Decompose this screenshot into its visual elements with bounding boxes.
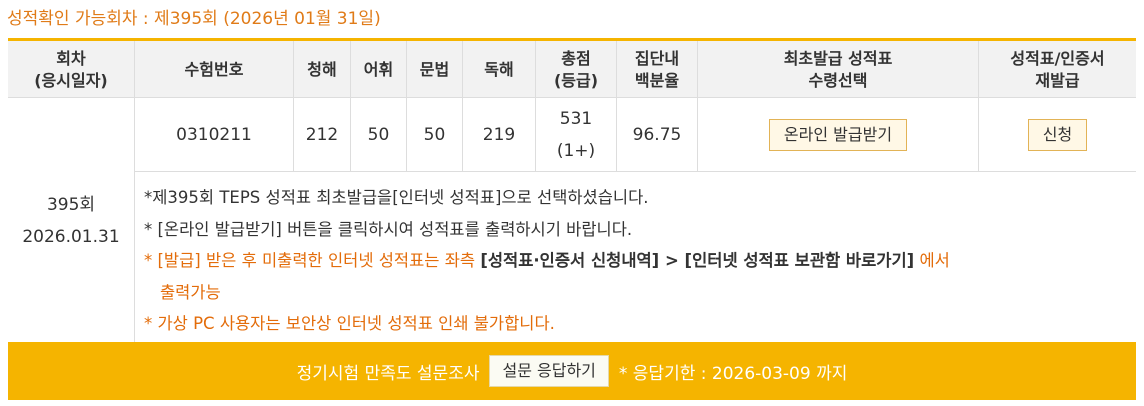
page-title: 성적확인 가능회차 : 제395회 (2026년 01월 31일) xyxy=(7,9,381,29)
survey-response-button[interactable]: 설문 응답하기 xyxy=(489,355,609,387)
notice-item-highlight: * 가상 PC 사용자는 보안상 인터넷 성적표 인쇄 불가합니다. xyxy=(144,314,555,333)
header-listening: 청해 xyxy=(307,59,337,79)
header-reissue: 성적표/인증서 재발급 xyxy=(1010,48,1105,90)
grammar-score: 50 xyxy=(423,125,446,145)
total-score: 531 (1+) xyxy=(556,109,596,161)
header-grammar: 문법 xyxy=(419,59,450,79)
header-vocabulary: 어휘 xyxy=(363,59,394,79)
survey-deadline: * 응답기한 : 2026-03-09 까지 xyxy=(618,363,848,384)
reissue-cell: 신청 xyxy=(979,99,1136,171)
notice-list: *제395회 TEPS 성적표 최초발급을[인터넷 성적표]으로 선택하셨습니다… xyxy=(134,172,1136,342)
survey-banner: 정기시험 만족도 설문조사 설문 응답하기 * 응답기한 : 2026-03-0… xyxy=(8,342,1136,400)
notice-text: 에서 xyxy=(914,251,950,270)
notice-text: * [발급] 받은 후 미출력한 인터넷 성적표는 좌측 xyxy=(144,251,481,270)
menu-path-link: [성적표·인증서 신청내역] > [인터넷 성적표 보관함 바로가기] xyxy=(480,251,915,270)
notice-item-continued: 출력가능 xyxy=(144,277,1136,309)
round-date-cell: 395회 2026.01.31 xyxy=(22,194,120,247)
survey-label: 정기시험 만족도 설문조사 xyxy=(296,363,480,384)
notice-item: *제395회 TEPS 성적표 최초발급을[인터넷 성적표]으로 선택하셨습니다… xyxy=(144,188,649,207)
vocabulary-score: 50 xyxy=(367,125,390,145)
table-header: 회차 (응시일자) 수험번호 청해 어휘 문법 독해 총점 (등급) 집단내 백… xyxy=(8,41,1136,98)
notice-text: 출력가능 xyxy=(160,282,221,302)
listening-score: 212 xyxy=(305,125,339,145)
header-total: 총점 (등급) xyxy=(553,48,599,90)
header-percentile: 집단내 백분율 xyxy=(634,48,680,90)
reissue-apply-button[interactable]: 신청 xyxy=(1027,119,1088,151)
online-issue-button[interactable]: 온라인 발급받기 xyxy=(768,119,908,151)
notice-item-highlight: * [발급] 받은 후 미출력한 인터넷 성적표는 좌측 [성적표·인증서 신청… xyxy=(144,245,1136,277)
percentile-value: 96.75 xyxy=(632,125,682,145)
first-issue-cell: 온라인 발급받기 xyxy=(698,99,978,171)
score-table: 회차 (응시일자) 수험번호 청해 어휘 문법 독해 총점 (등급) 집단내 백… xyxy=(8,38,1136,400)
header-reading: 독해 xyxy=(484,59,514,79)
header-first-issue: 최초발급 성적표 수령선택 xyxy=(783,48,893,90)
reading-score: 219 xyxy=(482,125,516,145)
notice-item: * [온라인 발급받기] 버튼을 클릭하시여 성적표를 출력하시기 바랍니다. xyxy=(144,219,633,239)
header-exam-number: 수험번호 xyxy=(184,59,244,79)
exam-number-value: 0310211 xyxy=(176,125,252,145)
header-round: 회차 (응시일자) xyxy=(34,48,108,90)
